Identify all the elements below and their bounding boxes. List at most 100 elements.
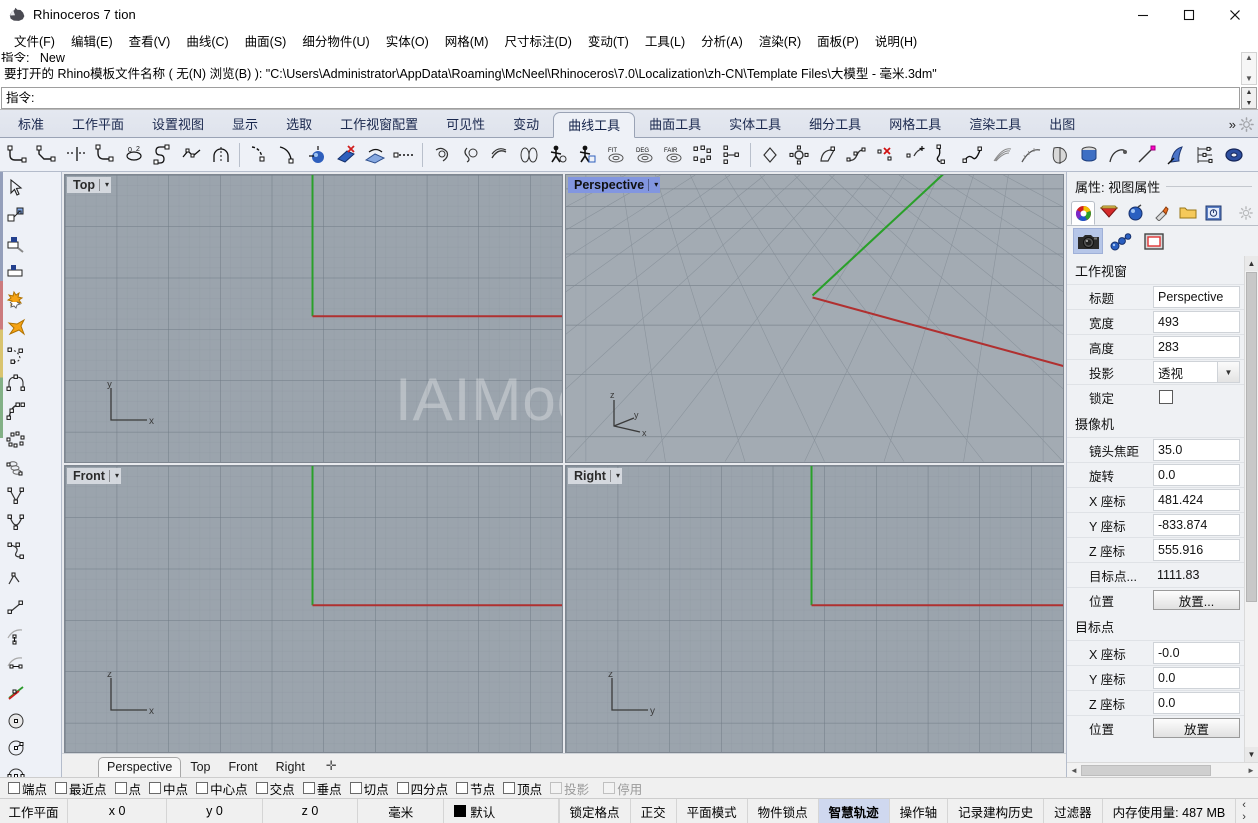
curve-rebuild-icon[interactable]: [206, 140, 235, 170]
checkbox[interactable]: [397, 782, 409, 794]
arc-tangent-icon[interactable]: [0, 622, 31, 650]
curve-interpolate-icon[interactable]: [842, 140, 871, 170]
minimize-button[interactable]: [1120, 0, 1166, 29]
prop-row-title[interactable]: 标题 Perspective: [1067, 284, 1244, 309]
target-place-button[interactable]: 放置: [1153, 718, 1240, 738]
menu-help[interactable]: 说明(H): [867, 29, 925, 52]
tab-drafting[interactable]: 出图: [1035, 112, 1089, 137]
chevron-down-icon[interactable]: ▾: [99, 179, 109, 191]
prop-row-projection[interactable]: 投影 透视 ▼: [1067, 359, 1244, 384]
viewport-label-top[interactable]: Top ▾: [67, 177, 111, 193]
status-units[interactable]: 毫米: [358, 799, 444, 823]
curve-offset-icon[interactable]: 02: [119, 140, 148, 170]
checkbox[interactable]: [256, 782, 268, 794]
lock-checkbox[interactable]: [1159, 390, 1173, 404]
status-toggle-planar[interactable]: 平面模式: [677, 799, 748, 823]
curve-interp-icon[interactable]: [0, 398, 31, 426]
prop-row-camera-z[interactable]: Z 座标 555.916: [1067, 537, 1244, 562]
viewport-perspective[interactable]: z y x Perspective ▾: [565, 174, 1064, 463]
texture-brush-icon[interactable]: [1149, 201, 1173, 224]
prop-row-height[interactable]: 高度 283: [1067, 334, 1244, 359]
checkbox[interactable]: [196, 782, 208, 794]
osnap-vertex[interactable]: 顶点: [501, 779, 546, 798]
color-wheel-icon[interactable]: [1071, 201, 1095, 225]
tab-visibility[interactable]: 可见性: [432, 112, 499, 137]
curve-align-icon[interactable]: [1190, 140, 1219, 170]
curve-fair-deg-icon[interactable]: FAIR: [659, 140, 688, 170]
curve-match-icon[interactable]: [929, 140, 958, 170]
curve-polygon-icon[interactable]: [755, 140, 784, 170]
add-viewport-icon[interactable]: ✛: [314, 756, 346, 777]
tab-viewport-config[interactable]: 工作视窗配置: [326, 112, 432, 137]
menu-render[interactable]: 渲染(R): [751, 29, 809, 52]
tab-mesh-tools[interactable]: 网格工具: [875, 112, 955, 137]
maximize-button[interactable]: [1166, 0, 1212, 29]
checkbox[interactable]: [350, 782, 362, 794]
checkbox[interactable]: [303, 782, 315, 794]
frame-ic on[interactable]: [1139, 228, 1169, 254]
curve-pull-icon[interactable]: [331, 140, 360, 170]
checkbox[interactable]: [603, 782, 615, 794]
prop-row-focal-length[interactable]: 镜头焦距 35.0: [1067, 437, 1244, 462]
status-toggle-ortho[interactable]: 正交: [631, 799, 677, 823]
chevron-down-icon[interactable]: ▼: [1217, 362, 1239, 382]
viewport-label-front[interactable]: Front ▾: [67, 468, 121, 484]
checkbox[interactable]: [55, 782, 67, 794]
osnap-end[interactable]: 端点: [6, 779, 51, 798]
properties-vertical-scrollbar[interactable]: ▲ ▼: [1244, 256, 1258, 762]
viewport-label-perspective[interactable]: Perspective ▾: [568, 177, 660, 193]
environment-icon[interactable]: [1123, 201, 1147, 224]
chevron-right-icon[interactable]: »: [1226, 117, 1239, 132]
viewport-tab-right[interactable]: Right: [267, 758, 314, 777]
tab-solid-tools[interactable]: 实体工具: [715, 112, 795, 137]
tab-select[interactable]: 选取: [272, 112, 326, 137]
prop-row-camera-x[interactable]: X 座标 481.424: [1067, 487, 1244, 512]
scroll-thumb[interactable]: [1246, 272, 1257, 602]
curve-cv-icon[interactable]: [0, 426, 31, 454]
scroll-thumb-h[interactable]: [1081, 765, 1211, 776]
curve-delete-point-icon[interactable]: [871, 140, 900, 170]
curve-curvature-graph-icon[interactable]: [1016, 140, 1045, 170]
menu-mesh[interactable]: 网格(M): [437, 29, 497, 52]
curve-isocurve-icon[interactable]: [485, 140, 514, 170]
prop-row-camera-y[interactable]: Y 座标 -833.874: [1067, 512, 1244, 537]
tab-standard[interactable]: 标准: [4, 112, 58, 137]
tab-surface-tools[interactable]: 曲面工具: [635, 112, 715, 137]
command-input-scrollbar[interactable]: ▲ ▼: [1241, 87, 1257, 109]
join-icon[interactable]: [0, 314, 31, 342]
osnap-quad[interactable]: 四分点: [395, 779, 453, 798]
arc-center-icon[interactable]: [0, 342, 31, 370]
tab-subd-tools[interactable]: 细分工具: [795, 112, 875, 137]
curve-project-sphere-icon[interactable]: [302, 140, 331, 170]
curve-from-two-views-icon[interactable]: [514, 140, 543, 170]
material-icon[interactable]: [1097, 201, 1121, 224]
prop-row-lock[interactable]: 锁定: [1067, 384, 1244, 409]
command-history-scrollbar[interactable]: ▲ ▼: [1241, 52, 1257, 85]
hyperbola-icon[interactable]: [0, 538, 31, 566]
curve-polyline-simplify-icon[interactable]: [177, 140, 206, 170]
osnap-tan[interactable]: 切点: [348, 779, 393, 798]
status-cplane[interactable]: 工作平面: [0, 799, 68, 823]
axis-cross-icon[interactable]: [0, 678, 31, 706]
menu-panels[interactable]: 面板(P): [809, 29, 867, 52]
curve-fair-icon[interactable]: [148, 140, 177, 170]
tab-set-view[interactable]: 设置视图: [138, 112, 218, 137]
prop-row-width[interactable]: 宽度 493: [1067, 309, 1244, 334]
tab-curve-tools[interactable]: 曲线工具: [553, 112, 635, 138]
curve-continuity-icon[interactable]: [987, 140, 1016, 170]
layer-off-icon[interactable]: [0, 258, 31, 286]
gear-icon[interactable]: [1239, 117, 1254, 132]
checkbox[interactable]: [8, 782, 20, 794]
chevron-down-icon[interactable]: ▾: [648, 179, 658, 191]
folder-icon[interactable]: [1176, 201, 1200, 224]
prop-value-projection[interactable]: 透视 ▼: [1153, 361, 1240, 383]
chevron-down-icon[interactable]: ▾: [109, 470, 119, 482]
select-arrow-icon[interactable]: [0, 174, 31, 202]
viewport-front[interactable]: z x Front ▾: [64, 465, 563, 754]
display-icon[interactable]: [1202, 201, 1226, 224]
curve-torus-icon[interactable]: [1219, 140, 1248, 170]
curve-chamfer-icon[interactable]: [32, 140, 61, 170]
curve-decrease-degree-icon[interactable]: DEG: [630, 140, 659, 170]
prop-row-target-x[interactable]: X 座标 -0.0: [1067, 640, 1244, 665]
polyline-v-icon[interactable]: [0, 482, 31, 510]
